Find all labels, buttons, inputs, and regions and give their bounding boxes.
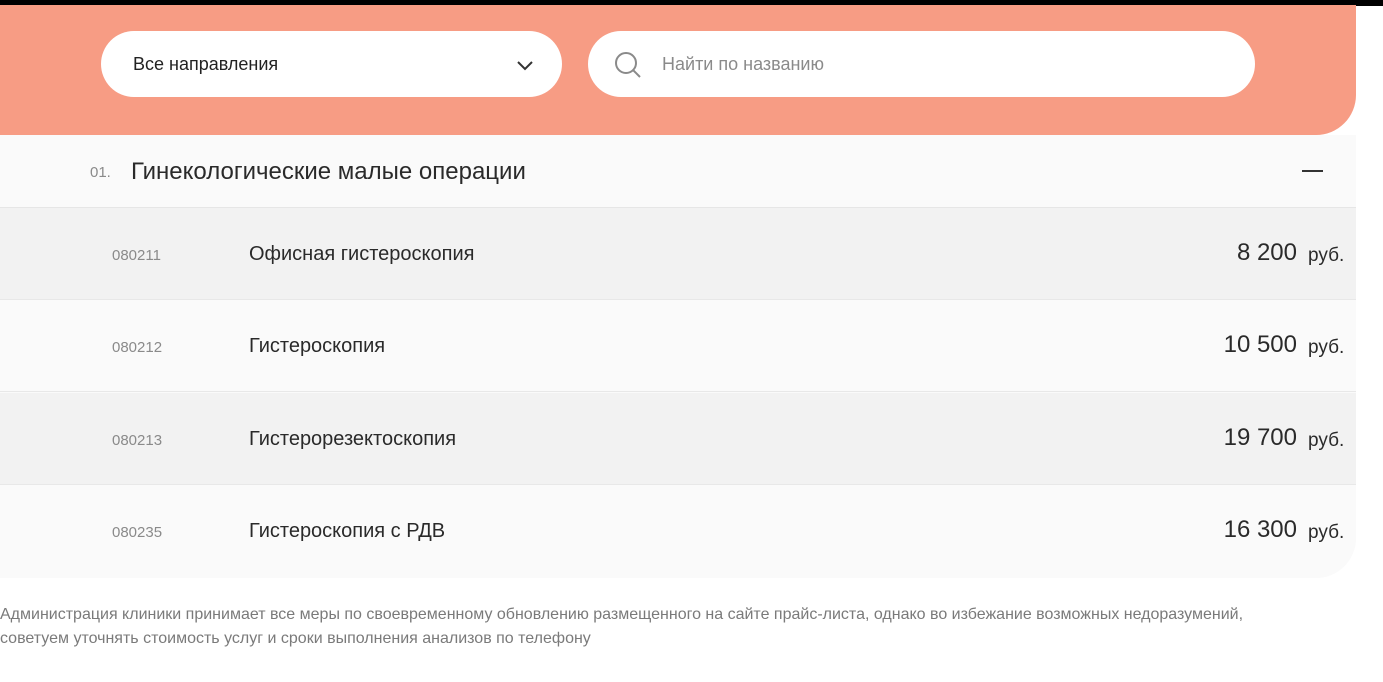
table-row: 080235 Гистероскопия с РДВ 16 300 руб.	[0, 485, 1356, 577]
direction-select-value: Все направления	[133, 54, 279, 74]
service-code: 080213	[112, 432, 163, 449]
search-icon	[615, 52, 641, 78]
service-price: 8 200	[1236, 239, 1297, 266]
service-code: 080212	[112, 339, 163, 356]
service-code: 080211	[112, 247, 161, 264]
currency-label: руб.	[1308, 522, 1345, 543]
category-header[interactable]: 01. Гинекологические малые операции	[0, 135, 1356, 208]
search-box[interactable]	[588, 31, 1255, 97]
category-number: 01.	[90, 164, 111, 181]
service-price: 16 300	[1223, 516, 1297, 543]
service-name: Офисная гистероскопия	[249, 243, 475, 265]
service-name: Гистероскопия с РДВ	[249, 520, 446, 542]
service-name: Гистероскопия	[249, 335, 386, 357]
service-price: 19 700	[1223, 424, 1297, 451]
minus-icon[interactable]	[1302, 170, 1323, 172]
price-disclaimer: Администрация клиники принимает все меры…	[0, 606, 1244, 647]
service-name: Гистерорезектоскопия	[249, 428, 457, 450]
table-row: 080211 Офисная гистероскопия 8 200 руб.	[0, 208, 1356, 300]
chevron-down-icon	[517, 61, 533, 71]
service-code: 080235	[112, 524, 163, 541]
search-input[interactable]	[662, 49, 1222, 79]
service-price: 10 500	[1223, 331, 1297, 358]
filter-panel: Все направления	[0, 5, 1356, 135]
direction-select[interactable]: Все направления	[101, 31, 562, 97]
currency-label: руб.	[1308, 337, 1345, 358]
currency-label: руб.	[1308, 245, 1345, 266]
currency-label: руб.	[1308, 430, 1345, 451]
category-title: Гинекологические малые операции	[131, 158, 526, 185]
table-row: 080213 Гистерорезектоскопия 19 700 руб.	[0, 393, 1356, 485]
price-table: 01. Гинекологические малые операции 0802…	[0, 135, 1356, 578]
table-row: 080212 Гистероскопия 10 500 руб.	[0, 300, 1356, 392]
